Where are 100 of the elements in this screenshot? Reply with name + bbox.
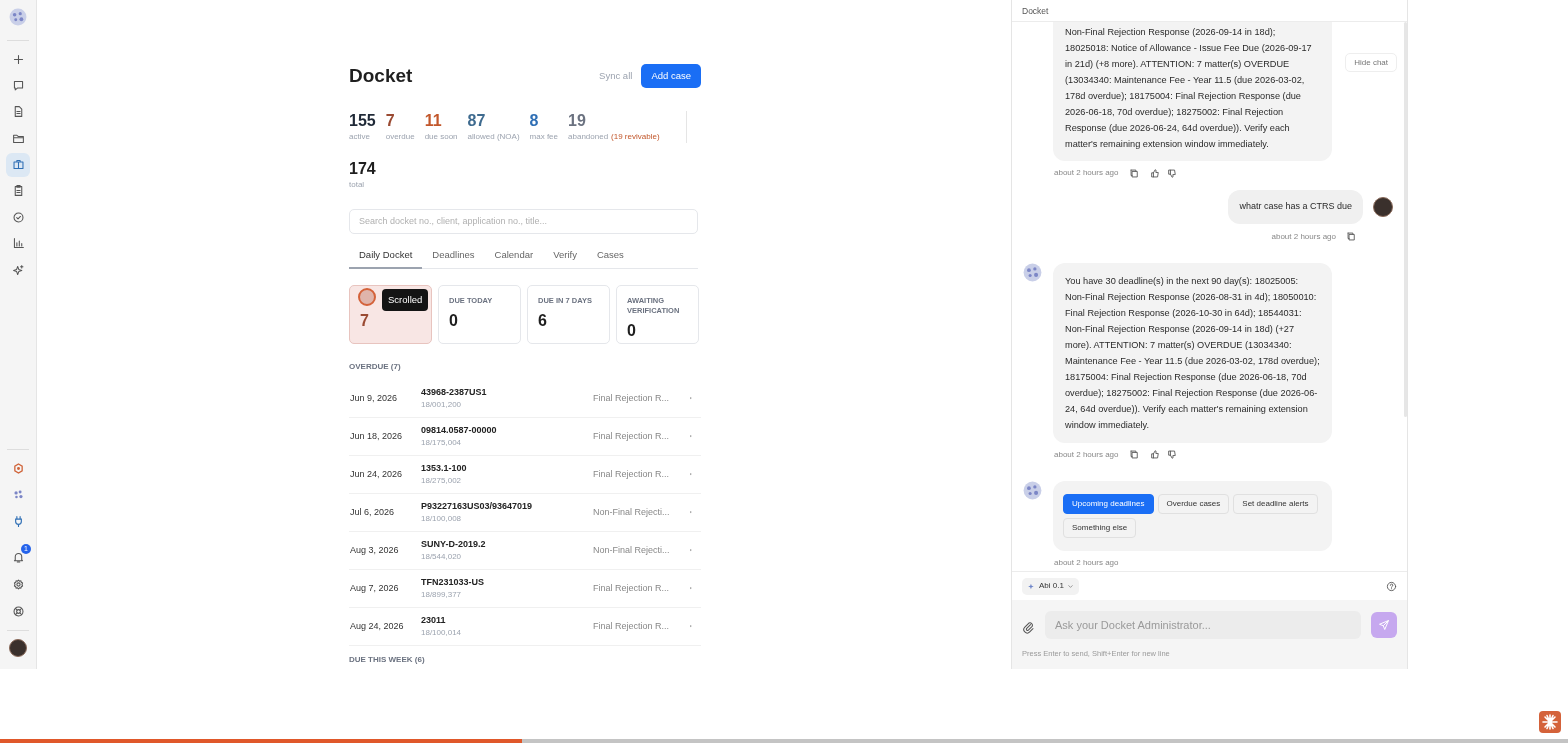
caret-icon: [688, 433, 694, 440]
stat-label: overdue: [385, 130, 415, 143]
sparkle-icon: [11, 263, 25, 277]
application-number: 18/100,014: [421, 627, 463, 639]
card-value: 7: [360, 310, 370, 331]
docket-row[interactable]: Jun 24, 2026 1353.1-100 18/275,002 Final Rejection R...: [349, 455, 701, 494]
user-avatar: [1373, 197, 1393, 217]
option-chip[interactable]: Overdue cases: [1157, 493, 1230, 514]
tab[interactable]: Deadlines: [422, 247, 485, 269]
add-case-button[interactable]: Add case: [641, 64, 701, 89]
application-number: 18/899,377: [421, 589, 463, 601]
docket-row[interactable]: Jun 9, 2026 43968-2387US1 18/001,200 Final Rejection R...: [349, 379, 701, 418]
logo-icon[interactable]: [9, 8, 27, 26]
caret-icon: [688, 585, 694, 592]
stat-label: active: [349, 130, 370, 143]
docket-number: 09814.0587-00000: [421, 423, 498, 437]
thumbs-up-icon[interactable]: [1149, 449, 1161, 460]
timestamp: about 2 hours ago: [1054, 556, 1119, 569]
bot-avatar-icon: [1023, 480, 1042, 500]
thumbs-up-icon[interactable]: [1149, 167, 1161, 179]
timestamp: about 2 hours ago: [1054, 167, 1119, 179]
model-selector[interactable]: Abi 0.1: [1022, 577, 1079, 595]
stat-label: abandoned: [568, 130, 609, 143]
thumbs-down-icon[interactable]: [1166, 167, 1178, 179]
tooltip: Scrolled: [382, 288, 429, 311]
chat-message: whatr case has a CTRS due: [1228, 190, 1363, 224]
thumbs-down-icon[interactable]: [1166, 449, 1178, 460]
burst-icon[interactable]: [1539, 711, 1561, 733]
row-date: Jun 18, 2026: [350, 429, 404, 443]
option-chip[interactable]: Something else: [1063, 517, 1137, 538]
help-icon[interactable]: [1386, 580, 1397, 592]
docket-number: 1353.1-100: [421, 461, 468, 475]
docket-row[interactable]: Aug 24, 2026 23011 18/100,014 Final Rejection R...: [349, 607, 701, 646]
hide-chat-button[interactable]: Hide chat: [1345, 53, 1397, 72]
stat-label: max fee: [529, 130, 559, 143]
chat-input[interactable]: Ask your Docket Administrator...: [1045, 611, 1361, 639]
option-chip[interactable]: Upcoming deadlines: [1063, 493, 1154, 514]
caret-icon: [688, 623, 694, 630]
row-date: Jun 9, 2026: [350, 391, 399, 405]
docket-row[interactable]: Aug 7, 2026 TFN231033-US 18/899,377 Final Rejection R...: [349, 569, 701, 608]
copy-icon[interactable]: [1128, 449, 1140, 460]
timestamp: about 2 hours ago: [1271, 230, 1336, 243]
option-chip[interactable]: Set deadline alerts: [1233, 493, 1318, 514]
row-type: Non-Final Rejecti...: [593, 543, 671, 557]
page-title: Docket: [349, 64, 413, 88]
stat-label: due soon: [424, 130, 458, 143]
tab[interactable]: Verify: [543, 247, 587, 269]
sidebar-item[interactable]: [6, 152, 30, 177]
lifebuoy-icon: [11, 604, 25, 618]
stat-value: 11: [424, 110, 443, 131]
application-number: 18/544,020: [421, 551, 463, 563]
briefcase-icon: [11, 158, 25, 172]
user-avatar[interactable]: [9, 639, 27, 657]
hexagon-icon: [11, 461, 25, 475]
stat-label: allowed (NOA): [467, 130, 520, 143]
card-value: 0: [449, 310, 459, 331]
tab[interactable]: Daily Docket: [349, 247, 423, 269]
docket-number: TFN231033-US: [421, 575, 486, 589]
stat-label: total: [349, 178, 366, 191]
row-date: Aug 7, 2026: [350, 581, 400, 595]
docket-row[interactable]: Aug 3, 2026 SUNY-D-2019.2 18/544,020 Non-Final Rejecti...: [349, 531, 701, 570]
row-type: Final Rejection R...: [593, 429, 671, 443]
chat-message: Non-Final Rejection Response (2026-09-14 in 18d); 18025018: Notice of Allowance - Issue Fee Due (2026-09-17 in 21d) (+8 more). ATTENTION: 7 matter(s) OVERDUE (13034340: Maintenance Fee - Year 11.5 (due 2026-03-02, 178d overdue); 18175004: Final Rejection Response (due 2026-06-18, 70d overdue); 18275002: Final Rejection Response (due 2026-06-24, 64d overdue)). Verify each matter's remaining extension window immediately.: [1053, 22, 1332, 161]
card-value: 0: [627, 320, 637, 341]
section-heading: OVERDUE (7): [349, 360, 402, 373]
stat-value: 155: [349, 110, 376, 131]
chevron-down-icon: [1066, 582, 1074, 590]
caret-icon: [688, 509, 694, 516]
tab[interactable]: Cases: [586, 247, 634, 269]
docket-number: P93227163US03/93647019: [421, 499, 534, 513]
stat-value: 8: [529, 110, 540, 131]
caret-icon: [688, 395, 694, 402]
stat-value: 87: [467, 110, 487, 131]
application-number: 18/001,200: [421, 399, 463, 411]
plus-icon: [11, 52, 25, 66]
docket-row[interactable]: Jun 18, 2026 09814.0587-00000 18/175,004 Final Rejection R...: [349, 417, 701, 456]
row-type: Final Rejection R...: [593, 619, 671, 633]
application-number: 18/175,004: [421, 437, 463, 449]
tab[interactable]: Calendar: [484, 247, 544, 269]
row-date: Jun 24, 2026: [350, 467, 404, 481]
docket-number: 43968-2387US1: [421, 385, 488, 399]
copy-icon[interactable]: [1346, 231, 1357, 242]
row-type: Final Rejection R...: [593, 467, 671, 481]
caret-icon: [688, 547, 694, 554]
docket-number: SUNY-D-2019.2: [421, 537, 487, 551]
settings-icon: [11, 578, 25, 592]
search-field[interactable]: Search docket no., client, application no., title...: [349, 208, 698, 234]
card-value: 6: [538, 310, 548, 331]
bell-icon: [11, 551, 25, 565]
bar-chart-icon: [11, 237, 25, 251]
copy-icon[interactable]: [1128, 167, 1140, 179]
attachment-icon[interactable]: [1022, 620, 1035, 634]
row-type: Final Rejection R...: [593, 581, 671, 595]
docket-number: 23011: [421, 613, 447, 627]
application-number: 18/275,002: [421, 475, 463, 487]
row-type: Non-Final Rejecti...: [593, 505, 671, 519]
row-date: Aug 3, 2026: [350, 543, 400, 557]
chat-icon: [11, 78, 25, 92]
timestamp: about 2 hours ago: [1054, 448, 1119, 461]
docket-row[interactable]: Jul 6, 2026 P93227163US03/93647019 18/100,008 Non-Final Rejecti...: [349, 493, 701, 532]
